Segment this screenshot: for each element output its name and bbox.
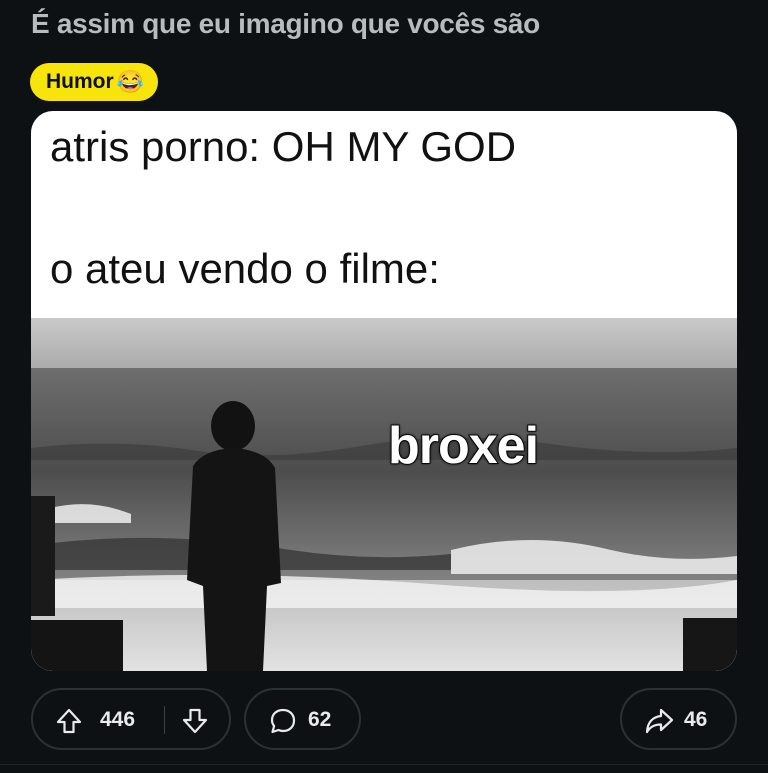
action-bar: 446 62 46 [0, 688, 768, 752]
man-at-sea-photo: broxei [31, 318, 737, 671]
vote-score: 446 [100, 708, 136, 731]
arrow-up-icon[interactable] [55, 707, 83, 735]
meme-caption-top: atris porno: OH MY GOD [50, 123, 517, 170]
flair-label: Humor [46, 70, 114, 93]
share-count: 46 [684, 708, 708, 731]
arrow-down-icon[interactable] [181, 707, 209, 735]
post-divider [0, 764, 768, 765]
vote-divider [164, 706, 165, 734]
share-button[interactable]: 46 [620, 688, 737, 750]
vote-control: 446 [31, 688, 231, 750]
post-title[interactable]: É assim que eu imagino que vocês são [31, 8, 540, 40]
speech-bubble-icon [268, 706, 298, 736]
flair-badge[interactable]: Humor 😂 [30, 63, 159, 101]
laughing-emoji-icon: 😂 [116, 69, 145, 94]
post-image[interactable]: atris porno: OH MY GOD o ateu vendo o fi… [31, 111, 737, 671]
meme-overlay-text: broxei [387, 416, 540, 476]
comments-button[interactable]: 62 [244, 688, 361, 750]
comment-count: 62 [308, 708, 332, 731]
meme-caption-bottom: o ateu vendo o filme: [50, 245, 440, 292]
share-arrow-icon [644, 707, 674, 735]
post-card: É assim que eu imagino que vocês são Hum… [0, 0, 768, 773]
